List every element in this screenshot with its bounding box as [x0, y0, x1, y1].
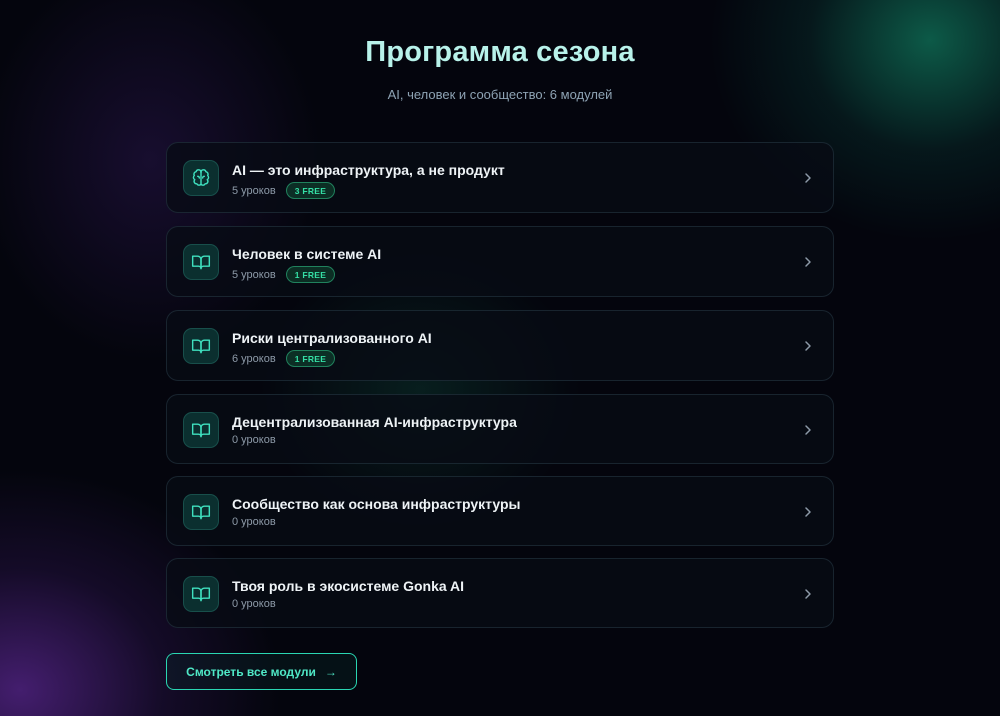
lesson-count: 5 уроков: [232, 268, 276, 281]
view-all-modules-button[interactable]: Смотреть все модули →: [166, 653, 357, 690]
module-title: Твоя роль в экосистеме Gonka AI: [232, 578, 465, 594]
module-meta: 5 уроков 3 FREE: [232, 182, 336, 199]
lesson-count: 5 уроков: [232, 184, 276, 197]
module-card-3[interactable]: Риски централизованного AI 6 уроков 1 FR…: [166, 310, 834, 381]
module-title: Децентрализованная AI-инфраструктура: [232, 414, 517, 430]
module-card-6[interactable]: Твоя роль в экосистеме Gonka AI 0 уроков: [166, 558, 834, 628]
brain-icon: [183, 160, 219, 196]
module-meta: 0 уроков: [232, 598, 276, 610]
module-meta: 6 уроков 1 FREE: [232, 350, 336, 367]
module-meta: 0 уроков: [232, 516, 276, 528]
module-card-5[interactable]: Сообщество как основа инфраструктуры 0 у…: [166, 476, 834, 546]
module-title: Риски централизованного AI: [232, 330, 432, 346]
chevron-right-icon: [805, 341, 811, 351]
module-card-1[interactable]: AI — это инфраструктура, а не продукт 5 …: [166, 142, 834, 213]
chevron-right-icon: [805, 589, 811, 599]
arrow-right-icon: →: [324, 664, 337, 679]
page-subtitle: AI, человек и сообщество: 6 модулей: [387, 87, 613, 102]
page-background: Программа сезона AI, человек и сообществ…: [0, 0, 1000, 716]
lesson-count: 0 уроков: [232, 434, 276, 446]
module-card-4[interactable]: Децентрализованная AI-инфраструктура 0 у…: [166, 394, 834, 464]
lesson-count: 6 уроков: [232, 352, 276, 365]
free-badge: 1 FREE: [285, 266, 336, 283]
module-title: AI — это инфраструктура, а не продукт: [232, 162, 505, 178]
chevron-right-icon: [805, 257, 811, 267]
page-title: Программа сезона: [365, 36, 635, 68]
free-badge: 1 FREE: [285, 350, 336, 367]
view-all-modules-label: Смотреть все модули: [186, 664, 316, 679]
chevron-right-icon: [805, 507, 811, 517]
book-icon: [183, 244, 219, 280]
module-title: Сообщество как основа инфраструктуры: [232, 496, 521, 512]
book-icon: [183, 494, 219, 530]
chevron-right-icon: [805, 425, 811, 435]
module-meta: 0 уроков: [232, 434, 276, 446]
lesson-count: 0 уроков: [232, 598, 276, 610]
lesson-count: 0 уроков: [232, 516, 276, 528]
chevron-right-icon: [805, 173, 811, 183]
book-icon: [183, 412, 219, 448]
module-card-2[interactable]: Человек в системе AI 5 уроков 1 FREE: [166, 226, 834, 297]
book-icon: [183, 576, 219, 612]
module-meta: 5 уроков 1 FREE: [232, 266, 336, 283]
book-icon: [183, 328, 219, 364]
module-title: Человек в системе AI: [232, 246, 382, 262]
free-badge: 3 FREE: [285, 182, 336, 199]
